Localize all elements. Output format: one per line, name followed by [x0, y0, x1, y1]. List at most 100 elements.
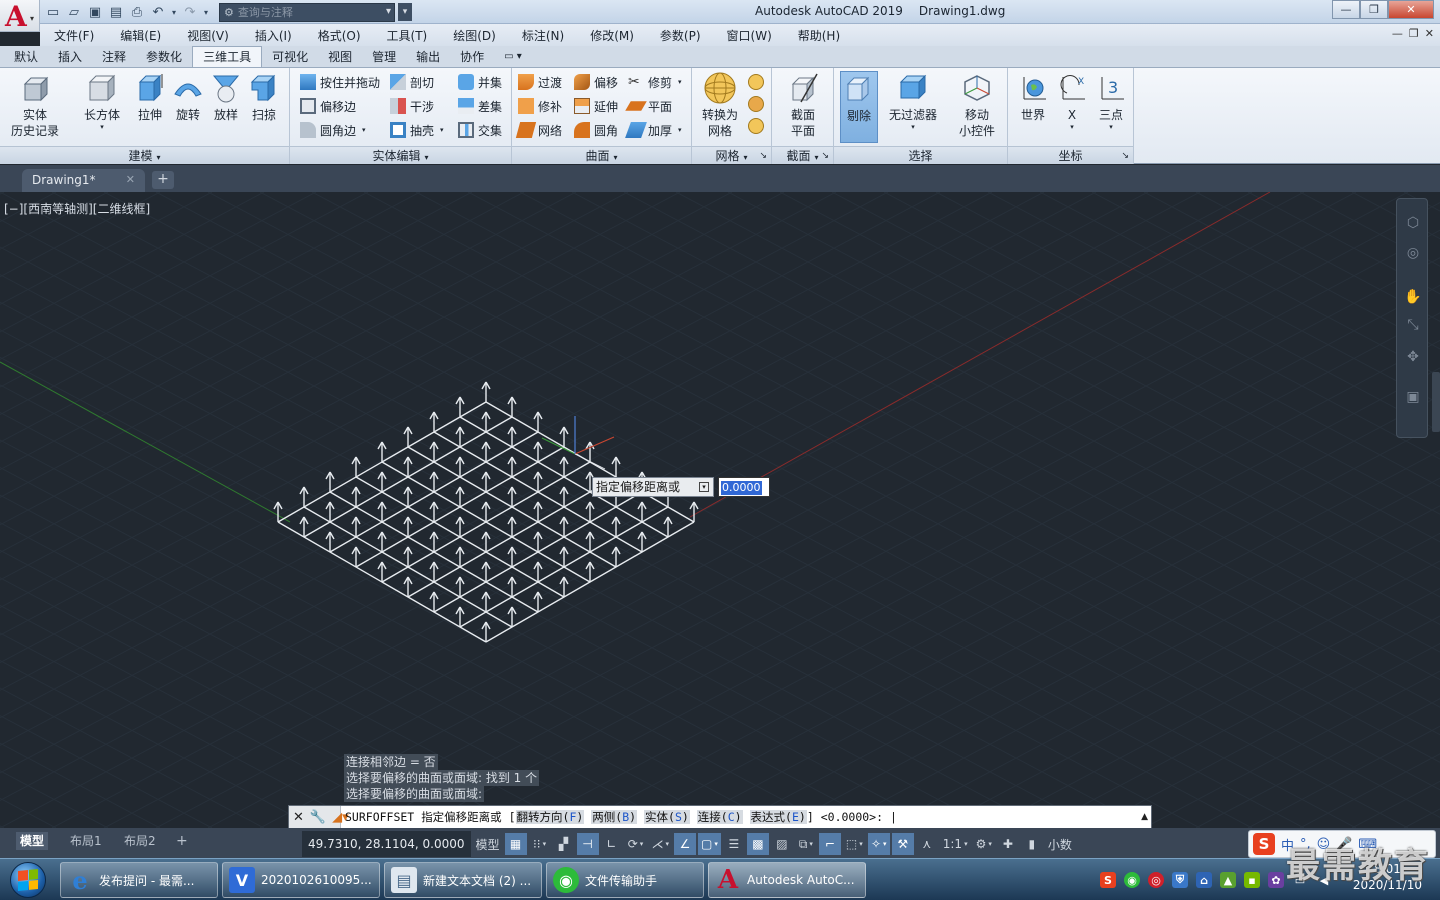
- menu-view[interactable]: 视图(V): [173, 27, 241, 44]
- panel-modeling-title[interactable]: 建模 ▾: [0, 146, 289, 164]
- add-layout-button[interactable]: +: [172, 832, 192, 850]
- option-both[interactable]: 两侧(B): [591, 810, 638, 824]
- redo-dropdown-icon[interactable]: ▾: [202, 3, 210, 21]
- infer-constraints-icon[interactable]: ▞: [553, 833, 575, 855]
- units-icon[interactable]: ▮: [1021, 833, 1043, 855]
- menu-help[interactable]: 帮助(H): [784, 27, 852, 44]
- snap-mode-icon[interactable]: ⁝⁝ ▾: [529, 833, 551, 855]
- wrench-icon[interactable]: 🔧: [310, 810, 326, 825]
- trim-button[interactable]: ✂ 修剪 ▾: [628, 71, 682, 93]
- menu-format[interactable]: 格式(O): [304, 27, 373, 44]
- viewport-controls-label[interactable]: [−][西南等轴测][二维线框]: [4, 200, 150, 217]
- loft-button[interactable]: 放样: [206, 71, 246, 123]
- pan-hand-icon[interactable]: ✋: [1404, 289, 1422, 307]
- network-button[interactable]: 网络: [515, 119, 562, 141]
- tab-insert[interactable]: 插入: [48, 47, 92, 67]
- menu-parametric[interactable]: 参数(P): [646, 27, 713, 44]
- application-menu-button[interactable]: A ▾: [0, 0, 40, 33]
- offset-surface-mesh[interactable]: [273, 381, 699, 643]
- intersect-button[interactable]: 交集: [458, 119, 502, 141]
- subtract-button[interactable]: 差集: [458, 95, 502, 117]
- tab-3d-tools[interactable]: 三维工具: [192, 46, 263, 67]
- adobe-tray-icon[interactable]: ▲: [1220, 872, 1236, 888]
- sogou-tray-icon[interactable]: S: [1100, 872, 1116, 888]
- viewport-scrollbar[interactable]: [1432, 372, 1440, 432]
- refine-mesh-icon[interactable]: [748, 118, 764, 134]
- dialog-launcher-icon[interactable]: ↘: [821, 147, 829, 165]
- units-button[interactable]: 小数: [1045, 833, 1075, 855]
- union-button[interactable]: 并集: [458, 71, 502, 93]
- orbit-icon[interactable]: ✥: [1404, 349, 1422, 367]
- menu-edit[interactable]: 编辑(E): [106, 27, 173, 44]
- dynamic-ucs-icon[interactable]: ⌐: [818, 833, 841, 855]
- thicken-button[interactable]: 加厚 ▾: [625, 119, 682, 141]
- redo-icon[interactable]: ↷: [181, 3, 199, 21]
- section-plane-button[interactable]: 截面 平面: [782, 71, 824, 139]
- dynamic-input-field[interactable]: 0.0000: [718, 477, 770, 497]
- transparency-icon[interactable]: ▩: [746, 833, 769, 855]
- annotation-visibility-icon[interactable]: ⚒: [891, 833, 914, 855]
- undo-dropdown-icon[interactable]: ▾: [170, 3, 178, 21]
- viewcube-icon[interactable]: ⬡: [1404, 215, 1422, 233]
- file-tab-drawing1[interactable]: Drawing1* ✕: [22, 169, 145, 192]
- taskbar-item-notepad[interactable]: ▤ 新建文本文档 (2) ...: [384, 862, 542, 898]
- panel-solid-editing-title[interactable]: 实体编辑 ▾: [290, 146, 511, 164]
- close-icon[interactable]: ✕: [126, 169, 135, 191]
- culling-button[interactable]: 剔除: [840, 71, 878, 143]
- security-shield-icon[interactable]: ⛨: [1172, 872, 1188, 888]
- nvidia-tray-icon[interactable]: ▪: [1244, 872, 1260, 888]
- solid-history-button[interactable]: 实体 历史记录: [6, 71, 64, 139]
- panel-coordinates-title[interactable]: 坐标 ↘: [1008, 146, 1133, 164]
- selection-filter-icon[interactable]: ⬚ ▾: [843, 833, 866, 855]
- menu-modify[interactable]: 修改(M): [576, 27, 646, 44]
- ribbon-display-toggle[interactable]: ▭ ▾: [494, 47, 532, 67]
- coordinate-readout[interactable]: 49.7310, 28.1104, 0.0000: [302, 831, 471, 857]
- move-gizmo-button[interactable]: 移动 小控件: [954, 71, 1000, 139]
- drawing-viewport[interactable]: [−][西南等轴测][二维线框] ⬡ ◎ ✋ ⤡ ✥ ▣ 指定偏移距离或 ▾ 0…: [0, 192, 1440, 828]
- menu-file[interactable]: 文件(F): [40, 27, 106, 44]
- revolve-button[interactable]: 旋转: [168, 71, 208, 123]
- sweep-button[interactable]: 扫掠: [244, 71, 284, 123]
- taskbar-item-autocad[interactable]: A Autodesk AutoC...: [708, 862, 866, 898]
- smooth-less-icon[interactable]: [748, 96, 764, 112]
- object-snap-tracking-icon[interactable]: ∠: [674, 833, 697, 855]
- panel-mesh-title[interactable]: 网格 ▾ ↘: [692, 146, 771, 164]
- ucs-x-button[interactable]: X X ▾: [1054, 71, 1090, 131]
- chevron-up-icon[interactable]: ▲: [1141, 812, 1148, 822]
- command-line[interactable]: ✕ 🔧 ◢▾ SURFOFFSET 指定偏移距离或 [翻转方向(F) 两侧(B)…: [288, 805, 1152, 829]
- options-dropdown-icon[interactable]: ▾: [699, 482, 709, 492]
- maximize-button[interactable]: ❐: [1360, 0, 1388, 19]
- ortho-mode-icon[interactable]: ∟: [601, 833, 623, 855]
- layout-tab-layout1[interactable]: 布局1: [66, 832, 106, 850]
- weibo-tray-icon[interactable]: ◎: [1148, 872, 1164, 888]
- option-flip[interactable]: 翻转方向(F): [515, 810, 585, 824]
- layout-tab-layout2[interactable]: 布局2: [120, 832, 160, 850]
- extend-button[interactable]: 延伸: [574, 95, 618, 117]
- shell-button[interactable]: 抽壳 ▾: [390, 119, 444, 141]
- ucs-world-button[interactable]: 世界: [1012, 71, 1054, 123]
- zoom-extents-icon[interactable]: ⤡: [1404, 317, 1422, 335]
- polar-tracking-icon[interactable]: ⟳ ▾: [625, 833, 647, 855]
- menu-dimension[interactable]: 标注(N): [508, 27, 576, 44]
- close-button[interactable]: ✕: [1388, 0, 1434, 19]
- auto-scale-icon[interactable]: ⋏: [916, 833, 938, 855]
- selection-cycling-icon[interactable]: ▨: [771, 833, 793, 855]
- option-connect[interactable]: 连接(C): [696, 810, 743, 824]
- close-icon[interactable]: ✕: [293, 810, 304, 825]
- tab-output[interactable]: 输出: [406, 47, 450, 67]
- doc-restore-icon[interactable]: ❐: [1409, 27, 1419, 40]
- dynamic-input-icon[interactable]: ⊣: [576, 833, 599, 855]
- undo-icon[interactable]: ↶: [149, 3, 167, 21]
- doc-close-icon[interactable]: ✕: [1425, 27, 1434, 40]
- print-icon[interactable]: ⎙: [128, 3, 146, 21]
- model-space-button[interactable]: 模型: [473, 833, 503, 855]
- surface-fillet-button[interactable]: 圆角: [574, 119, 618, 141]
- no-filter-button[interactable]: 无过滤器 ▾: [886, 71, 940, 131]
- surface-offset-button[interactable]: 偏移: [574, 71, 618, 93]
- dialog-launcher-icon[interactable]: ↘: [1121, 147, 1129, 165]
- menu-window[interactable]: 窗口(W): [713, 27, 784, 44]
- menu-tools[interactable]: 工具(T): [373, 27, 440, 44]
- isodraft-icon[interactable]: ⋌ ▾: [649, 833, 673, 855]
- showmotion-icon[interactable]: ▣: [1404, 389, 1422, 407]
- minimize-button[interactable]: —: [1332, 0, 1360, 19]
